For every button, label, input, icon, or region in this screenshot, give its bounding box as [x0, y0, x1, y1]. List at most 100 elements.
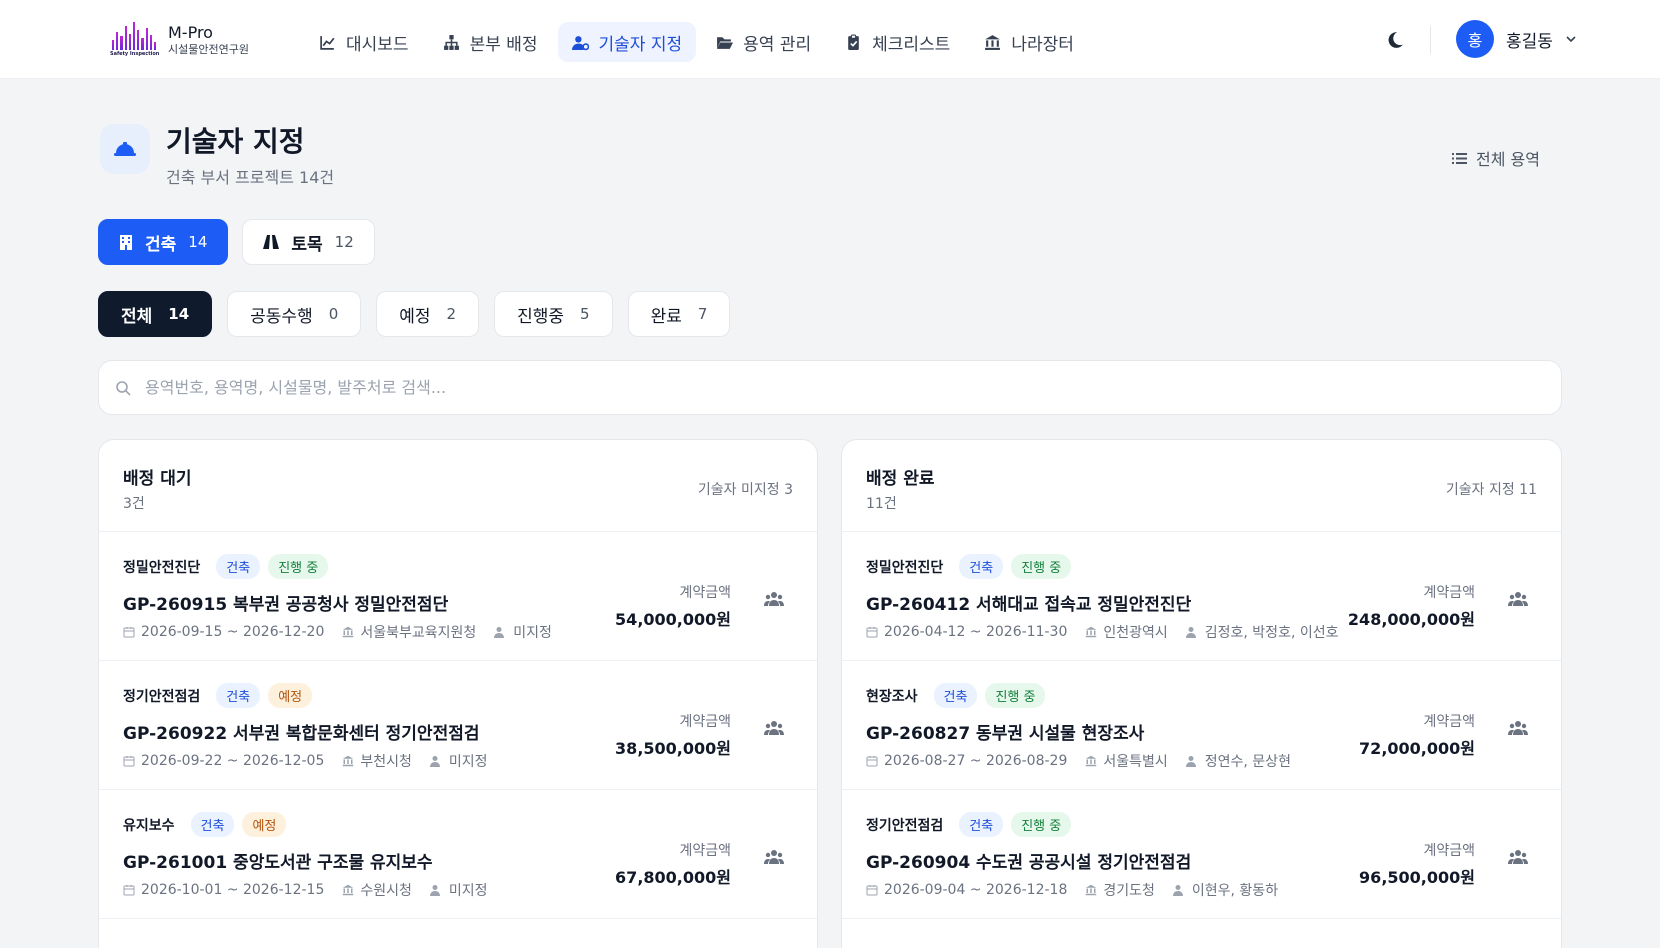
assign-engineers-button[interactable]	[1505, 844, 1531, 870]
list-item[interactable]: 현장조사 건축 진행 중 GP-260827 동부권 시설물 현장조사 2026…	[842, 661, 1561, 790]
assign-engineers-button[interactable]	[761, 586, 787, 612]
contract-amount: 96,500,000원	[1359, 868, 1475, 887]
department-tabs: 건축 14 토목 12	[98, 219, 375, 265]
amount-label: 계약금액	[1423, 585, 1475, 601]
nav-service-management[interactable]: 용역 관리	[702, 22, 825, 62]
landmark-icon	[1086, 626, 1097, 638]
nav-hq-assignment[interactable]: 본부 배정	[429, 22, 552, 62]
assigned-panel-meta: 기술자 지정 11	[1445, 482, 1537, 498]
chevron-down-icon	[1566, 36, 1576, 43]
nav-narajangteo[interactable]: 나라장터	[970, 22, 1088, 62]
contract-amount: 72,000,000원	[1359, 739, 1475, 758]
users-icon	[1508, 850, 1528, 864]
amount-label: 계약금액	[1423, 714, 1475, 730]
landmark-icon	[343, 755, 354, 767]
assign-engineers-button[interactable]	[1505, 715, 1531, 741]
clipboard-check-icon	[848, 34, 859, 50]
project-client: 수원시청	[360, 883, 412, 899]
nav-dashboard[interactable]: 대시보드	[305, 22, 423, 62]
folder-open-icon	[717, 36, 734, 49]
tab-civil-count: 12	[334, 233, 354, 251]
landmark-icon	[343, 626, 354, 638]
project-title: GP-260904 수도권 공공시설 정기안전점검	[866, 853, 1192, 873]
main-nav: 대시보드 본부 배정 기술자 지정 용역 관리 체크리스트 나라장터	[305, 22, 1088, 62]
amount-label: 계약금액	[679, 843, 731, 859]
project-dates: 2026-04-12 ~ 2026-11-30	[884, 624, 1068, 640]
service-type: 정밀안전진단	[123, 559, 201, 576]
user-menu[interactable]: 홍 홍길동	[1456, 20, 1577, 58]
nav-checklist[interactable]: 체크리스트	[831, 22, 964, 62]
filter-completed-count: 7	[697, 305, 708, 323]
filter-planned[interactable]: 예정 2	[376, 291, 480, 337]
search-icon	[116, 380, 131, 396]
tab-architecture[interactable]: 건축 14	[98, 219, 229, 265]
contract-amount: 67,800,000원	[615, 868, 731, 887]
assign-engineers-button[interactable]	[761, 844, 787, 870]
project-engineers: 미지정	[448, 754, 488, 770]
calendar-icon	[866, 627, 878, 638]
status-badge: 진행 중	[1011, 554, 1072, 579]
project-client: 서울특별시	[1103, 754, 1168, 770]
project-dates: 2026-08-27 ~ 2026-08-29	[884, 753, 1068, 769]
project-title: GP-260827 동부권 시설물 현장조사	[866, 724, 1145, 744]
assign-engineers-button[interactable]	[1505, 586, 1531, 612]
filter-joint[interactable]: 공동수행 0	[227, 291, 362, 337]
user-icon	[1185, 756, 1196, 767]
filter-completed[interactable]: 완료 7	[627, 291, 731, 337]
project-engineers: 이현우, 황동하	[1191, 883, 1279, 899]
service-type: 현장조사	[866, 688, 918, 705]
service-type: 정밀안전진단	[866, 559, 944, 576]
assigned-panel-count: 11건	[866, 496, 897, 512]
list-item[interactable]: 정밀안전진단 건축 진행 중 GP-260915 복부권 공공청사 정밀안전점단…	[99, 532, 817, 661]
project-client: 서울북부교육지원청	[360, 625, 477, 641]
contract-amount: 38,500,000원	[615, 739, 731, 758]
assign-engineers-button[interactable]	[761, 715, 787, 741]
list-item[interactable]: 유지보수 건축 예정 GP-261001 중앙도서관 구조물 유지보수 2026…	[99, 790, 817, 919]
nav-engineer-assignment[interactable]: 기술자 지정	[557, 22, 697, 62]
users-icon	[1508, 721, 1528, 735]
list-item[interactable]: 정기안전점검 건축 진행 중 GP-260904 수도권 공공시설 정기안전점검…	[842, 790, 1561, 919]
user-icon	[429, 756, 440, 767]
contract-amount: 54,000,000원	[615, 610, 731, 629]
pending-panel: 배정 대기 3건 기술자 미지정 3 정밀안전진단 건축 진행 중 GP-260…	[98, 439, 818, 948]
app-logo[interactable]: Safety Inspection M-Pro 시설물안전연구원	[110, 20, 249, 60]
user-icon	[1172, 885, 1183, 896]
landmark-icon	[985, 34, 1001, 50]
all-services-link[interactable]: 전체 용역	[1452, 146, 1540, 170]
users-icon	[764, 850, 784, 864]
project-title: GP-260922 서부권 복합문화센터 정기안전점검	[123, 724, 480, 744]
list-item[interactable]: 정밀안전진단 건축 진행 중 GP-260412 서해대교 접속교 정밀안전진단…	[842, 532, 1561, 661]
filter-in-progress[interactable]: 진행중 5	[494, 291, 613, 337]
status-badge: 진행 중	[1011, 812, 1072, 837]
pending-panel-meta: 기술자 미지정 3	[697, 482, 793, 498]
top-navigation-bar: Safety Inspection M-Pro 시설물안전연구원 대시보드 본부…	[0, 0, 1660, 79]
filter-completed-label: 완료	[650, 306, 682, 327]
project-engineers: 미지정	[513, 625, 552, 641]
filter-all[interactable]: 전체 14	[98, 291, 213, 337]
calendar-icon	[866, 885, 878, 896]
pending-panel-count: 3건	[123, 496, 145, 512]
amount-label: 계약금액	[679, 714, 731, 730]
filter-in-progress-count: 5	[580, 305, 590, 323]
project-client: 경기도청	[1103, 883, 1155, 899]
avatar: 홍	[1456, 20, 1494, 58]
nav-service-management-label: 용역 관리	[743, 34, 812, 55]
status-badge: 예정	[268, 683, 313, 708]
project-engineers: 김정호, 박정호, 이선호	[1204, 625, 1339, 641]
contract-amount: 248,000,000원	[1347, 610, 1475, 629]
calendar-icon	[123, 756, 135, 767]
users-icon	[764, 592, 784, 606]
status-badge: 진행 중	[268, 554, 329, 579]
search-input[interactable]	[145, 378, 1525, 397]
service-type: 정기안전점검	[123, 688, 201, 705]
list-item[interactable]: 정기안전점검 건축 예정 GP-260922 서부권 복합문화센터 정기안전점검…	[99, 661, 817, 790]
tab-civil[interactable]: 토목 12	[242, 219, 375, 265]
road-icon	[263, 235, 280, 249]
project-engineers: 정연수, 문상현	[1204, 754, 1291, 770]
nav-engineer-assignment-label: 기술자 지정	[598, 34, 683, 55]
dark-mode-toggle[interactable]	[1382, 27, 1408, 53]
header-divider	[1430, 26, 1431, 54]
logo-tagline: Safety Inspection	[110, 51, 160, 57]
list-icon	[1452, 152, 1467, 164]
dept-badge: 건축	[216, 554, 261, 579]
